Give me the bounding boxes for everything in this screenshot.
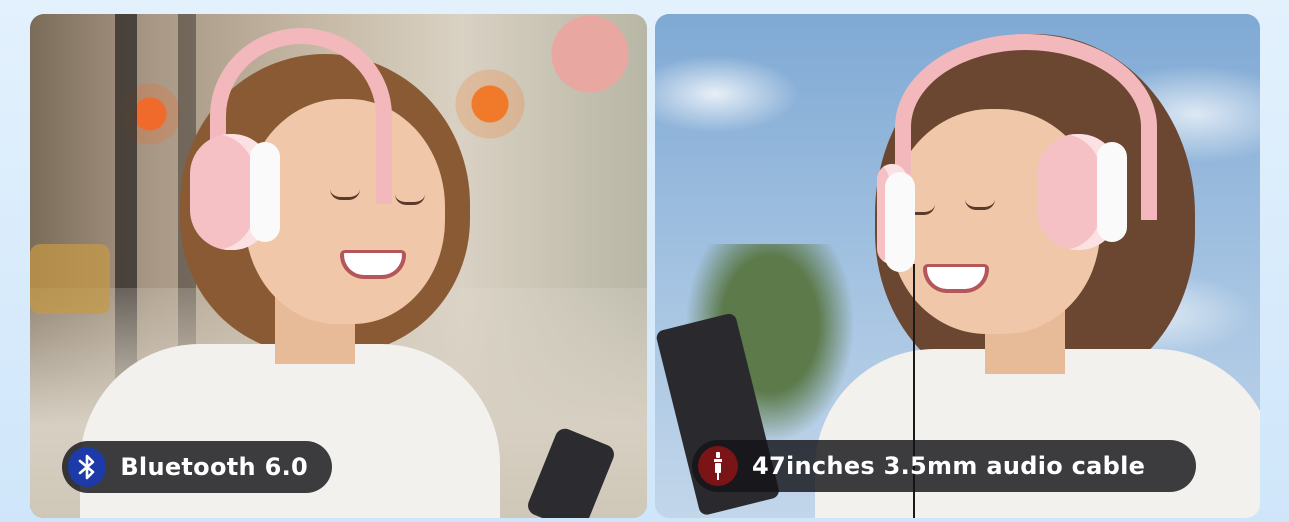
headphone-ear-cup xyxy=(190,134,280,250)
headphone-ear-cup xyxy=(1037,134,1127,250)
audio-jack-icon xyxy=(698,446,738,486)
bluetooth-icon xyxy=(68,447,107,487)
audio-cable-badge: 47inches 3.5mm audio cable xyxy=(692,440,1196,492)
feature-banner: Bluetooth 6.0 47inches 3.5mm audio cable xyxy=(0,0,1289,522)
woman-shirt xyxy=(815,349,1260,518)
wired-lifestyle-photo: 47inches 3.5mm audio cable xyxy=(655,14,1260,518)
bluetooth-version-label: Bluetooth 6.0 xyxy=(120,453,308,481)
headphone-ear-cup xyxy=(877,164,915,272)
blurred-car xyxy=(30,244,110,314)
bluetooth-badge: Bluetooth 6.0 xyxy=(62,441,332,493)
audio-cable-label: 47inches 3.5mm audio cable xyxy=(752,452,1146,480)
bluetooth-lifestyle-photo: Bluetooth 6.0 xyxy=(30,14,647,518)
